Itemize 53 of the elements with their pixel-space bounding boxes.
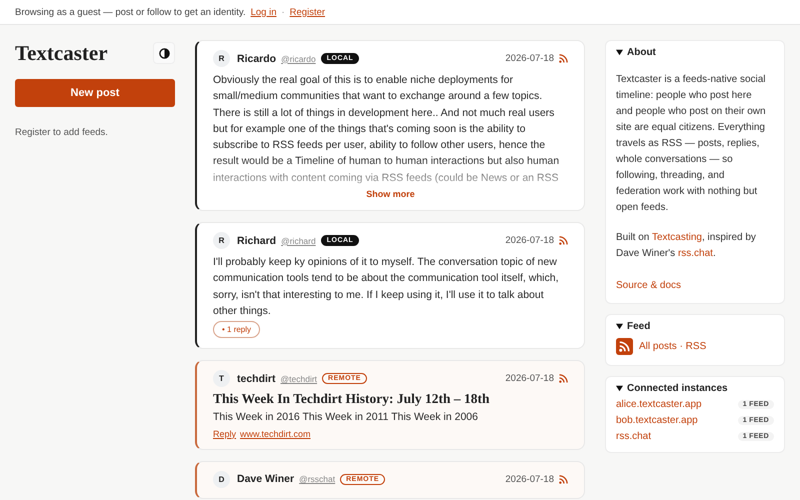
- rss-icon[interactable]: [559, 474, 568, 484]
- post-date: 2026-07-18: [505, 474, 554, 485]
- post-link[interactable]: Reply: [213, 428, 236, 439]
- post-body: Obviously the real goal of this is to enable niche deployments for small/medium communities that want to exchange around a few topics. There is still a lot of things in development here.. And not much real users but for example one of the things that's coming soon is the ability to subscribe to RSS feeds per user, ability to follow other users, hence the result would be a Timeline of human to human interactions but also human interactions with content coming via RSS feeds (could be News or an RSS: [213, 73, 560, 186]
- disclosure-triangle-icon[interactable]: [616, 385, 623, 392]
- all-posts-rss-link[interactable]: All posts · RSS: [639, 341, 706, 352]
- show-more-button[interactable]: Show more: [360, 188, 421, 200]
- author-name: Richard: [237, 234, 276, 247]
- author-handle-link[interactable]: @richard: [281, 236, 316, 246]
- logo: Textcaster: [15, 40, 108, 66]
- panel-title[interactable]: Feed: [627, 321, 650, 332]
- separator: ·: [281, 6, 285, 18]
- replies-button[interactable]: • 1 reply: [213, 321, 260, 338]
- about-text: Textcaster is a feeds-native social timeline: people who post here and people who post on their own site are equal citizens. Everything travels as RSS — posts, replies, whole conversations — so following, threading, and federation work with nothing but open feeds.: [616, 73, 767, 215]
- rss-chat-link[interactable]: rss.chat: [678, 248, 713, 259]
- guest-notice: Browsing as a guest — post or follow to get an identity.: [15, 6, 246, 18]
- post-body: I'll probably keep ky opinions of it to myself. The conversation topic of new communication tools tend to be about the communication tool itself, which, sorry, isn't that interesting to me. If I keep using it, I'll use it to talk about other things.: [213, 255, 560, 319]
- theme-toggle-button[interactable]: [153, 42, 175, 64]
- avatar: R: [213, 50, 230, 67]
- post-date: 2026-07-18: [505, 53, 554, 64]
- avatar: R: [213, 232, 230, 250]
- avatar: T: [213, 370, 230, 388]
- post-title: This Week In Techdirt History: July 12th – 18th: [213, 391, 491, 408]
- disclosure-triangle-icon[interactable]: [616, 323, 623, 330]
- post-date: 2026-07-18: [505, 373, 554, 384]
- rss-icon[interactable]: [559, 236, 568, 246]
- disclosure-triangle-icon[interactable]: [616, 49, 623, 56]
- register-hint: Register to add feeds.: [15, 127, 109, 138]
- post-link[interactable]: www.techdirt.com: [240, 428, 311, 439]
- panel-title[interactable]: Connected instances: [627, 383, 728, 394]
- rss-icon[interactable]: [559, 374, 568, 384]
- author-name: Dave Winer: [237, 473, 294, 486]
- register-link[interactable]: Register: [290, 6, 326, 18]
- author-handle-link[interactable]: @techdirt: [280, 374, 318, 384]
- avatar: D: [213, 470, 230, 488]
- panel-title[interactable]: About: [627, 47, 656, 58]
- rss-icon[interactable]: [616, 338, 633, 355]
- source-docs-link[interactable]: Source & docs: [616, 280, 682, 291]
- rss-icon[interactable]: [559, 54, 568, 63]
- post-date: 2026-07-18: [505, 235, 554, 246]
- instance-link[interactable]: rss.chat: [616, 431, 652, 442]
- author-handle-link[interactable]: @ricardo: [281, 54, 316, 64]
- login-link[interactable]: Log in: [250, 6, 276, 18]
- textcasting-link[interactable]: Textcasting: [652, 232, 702, 243]
- built-on-text: Built on Textcasting, inspired by Dave Winer's rss.chat.: [616, 231, 757, 261]
- new-post-button[interactable]: New post: [15, 79, 175, 107]
- author-handle-link[interactable]: @rsschat: [299, 474, 336, 484]
- author-name: techdirt: [237, 372, 276, 385]
- post-body: This Week in 2016 This Week in 2011 This Week in 2006: [213, 410, 479, 426]
- instance-link[interactable]: alice.textcaster.app: [616, 399, 702, 410]
- author-name: Ricardo: [237, 52, 276, 64]
- instance-link[interactable]: bob.textcaster.app: [616, 415, 698, 426]
- contrast-icon: [158, 48, 170, 58]
